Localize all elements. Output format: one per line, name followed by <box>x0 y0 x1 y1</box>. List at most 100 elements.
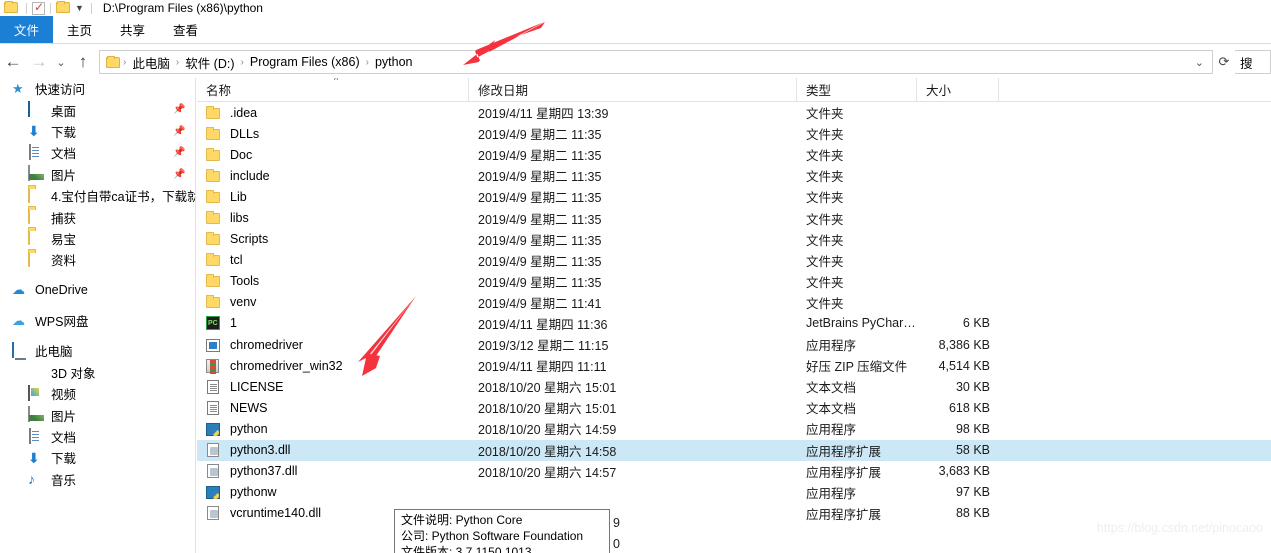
sidebar-item-videos[interactable]: 视频 <box>0 383 195 404</box>
sidebar-item-downloads[interactable]: ⬇ 下载 📌 <box>0 121 195 142</box>
chevron-down-icon[interactable]: ▼ <box>75 3 84 13</box>
file-type-cell: 文件夹 <box>806 296 844 311</box>
table-row[interactable]: chromedriver 2019/3/12 星期二 11:15 应用程序 8,386… <box>197 334 1271 355</box>
file-name-cell[interactable]: NEWS <box>197 400 469 416</box>
column-header-type[interactable]: 类型 <box>797 78 917 102</box>
pin-icon[interactable]: 📌 <box>173 126 185 137</box>
breadcrumb-item-drive-d[interactable]: 软件 (D:) <box>180 53 239 72</box>
sidebar-item-capture-folder[interactable]: 捕获 <box>0 206 195 227</box>
sidebar-item-desktop[interactable]: 桌面 📌 <box>0 99 195 120</box>
breadcrumb-item-python[interactable]: python <box>370 55 418 69</box>
file-name-cell[interactable]: Lib <box>197 189 469 205</box>
table-row[interactable]: LICENSE 2018/10/20 星期六 15:01 文本文档 30 KB <box>197 376 1271 397</box>
tab-home[interactable]: 主页 <box>53 16 106 43</box>
breadcrumb-chevron-down-icon[interactable]: ⌄ <box>1189 56 1210 69</box>
file-name-cell[interactable]: Doc <box>197 147 469 163</box>
file-name-cell[interactable]: DLLs <box>197 126 469 142</box>
column-header-row: 名称 ^ 修改日期 类型 大小 <box>197 78 1271 102</box>
folder-icon <box>206 231 223 247</box>
file-name-cell[interactable]: tcl <box>197 252 469 268</box>
search-input[interactable]: 搜 <box>1235 50 1271 74</box>
sidebar-item-wps-cloud[interactable]: ☁ WPS网盘 <box>0 310 195 331</box>
table-row[interactable]: tcl 2019/4/9 星期二 11:35 文件夹 <box>197 250 1271 271</box>
file-name-cell[interactable]: 1 <box>197 315 469 331</box>
file-type-cell: 文件夹 <box>806 149 844 164</box>
sidebar-item-ca-cert-folder[interactable]: 4.宝付自带ca证书，下载就好 <box>0 185 195 206</box>
desktop-icon <box>28 101 45 118</box>
file-name-cell[interactable]: chromedriver <box>197 337 469 353</box>
table-row[interactable]: Lib 2019/4/9 星期二 11:35 文件夹 <box>197 186 1271 207</box>
sidebar-item-yibao-folder[interactable]: 易宝 <box>0 228 195 249</box>
table-row[interactable]: DLLs 2019/4/9 星期二 11:35 文件夹 <box>197 123 1271 144</box>
sidebar-item-pictures-pc[interactable]: 图片 <box>0 404 195 425</box>
folder-icon <box>56 0 70 15</box>
table-row[interactable]: python3.dll 2018/10/20 星期六 14:58 应用程序扩展 58 … <box>197 439 1271 461</box>
table-row[interactable]: libs 2019/4/9 星期二 11:35 文件夹 <box>197 207 1271 228</box>
tooltip-line-description: 文件说明: Python Core <box>401 513 523 527</box>
sidebar-item-quick-access[interactable]: ★ 快速访问 <box>0 78 195 99</box>
breadcrumb-item-this-pc[interactable]: 此电脑 <box>127 53 175 72</box>
column-header-size[interactable]: 大小 <box>917 78 999 102</box>
tab-share[interactable]: 共享 <box>106 16 159 43</box>
column-header-name-label: 名称 <box>206 84 232 98</box>
checkbox-checked-icon[interactable] <box>32 0 45 15</box>
sidebar-item-downloads-pc[interactable]: ⬇ 下载 <box>0 447 195 468</box>
sidebar-item-materials-folder[interactable]: 资料 <box>0 249 195 270</box>
column-header-name[interactable]: 名称 ^ <box>197 78 469 102</box>
sidebar-item-label: 快速访问 <box>35 83 86 98</box>
pin-icon[interactable]: 📌 <box>173 147 185 158</box>
sidebar-item-documents[interactable]: 文档 📌 <box>0 142 195 163</box>
file-name-cell[interactable]: pythonw <box>197 484 469 500</box>
documents-icon <box>28 427 45 445</box>
sidebar-item-3d-objects[interactable]: 3D 对象 <box>0 362 195 383</box>
file-name-cell[interactable]: Tools <box>197 273 469 289</box>
sidebar-item-onedrive[interactable]: ☁ OneDrive <box>0 280 195 301</box>
table-row[interactable]: venv 2019/4/9 星期二 11:41 文件夹 <box>197 292 1271 313</box>
file-type-cell: 文件夹 <box>806 254 844 269</box>
file-name-cell[interactable]: venv <box>197 294 469 310</box>
table-row[interactable]: include 2019/4/9 星期二 11:35 文件夹 <box>197 165 1271 186</box>
back-arrow-icon[interactable]: ← <box>0 49 26 75</box>
pin-icon[interactable]: 📌 <box>173 104 185 115</box>
table-row[interactable]: NEWS 2018/10/20 星期六 15:01 文本文档 618 KB <box>197 397 1271 418</box>
column-header-date[interactable]: 修改日期 <box>469 78 797 102</box>
file-name-cell[interactable]: LICENSE <box>197 379 469 395</box>
sidebar-item-documents-pc[interactable]: 文档 <box>0 426 195 447</box>
sidebar-item-pictures[interactable]: 图片 📌 <box>0 164 195 185</box>
pycharm-icon <box>206 315 223 331</box>
table-row[interactable]: python 2018/10/20 星期六 14:59 应用程序 98 KB <box>197 418 1271 439</box>
table-row[interactable]: pythonw 应用程序 97 KB <box>197 482 1271 503</box>
file-name-cell[interactable]: .idea <box>197 105 469 121</box>
column-header-type-label: 类型 <box>806 84 832 98</box>
table-row[interactable]: Tools 2019/4/9 星期二 11:35 文件夹 <box>197 271 1271 292</box>
breadcrumb[interactable]: › 此电脑 › 软件 (D:) › Program Files (x86) › … <box>99 50 1213 74</box>
sidebar-item-this-pc[interactable]: 此电脑 <box>0 340 195 361</box>
file-name-cell[interactable]: Scripts <box>197 231 469 247</box>
tab-view[interactable]: 查看 <box>159 16 212 43</box>
file-date-cell: 2019/4/9 星期二 11:35 <box>478 128 602 143</box>
table-row[interactable]: python37.dll 2018/10/20 星期六 14:57 应用程序扩展 3,… <box>197 461 1271 482</box>
file-name-label: Lib <box>230 189 247 204</box>
forward-arrow-icon[interactable]: → <box>26 49 52 75</box>
file-name-cell[interactable]: python3.dll <box>197 442 469 458</box>
sidebar-item-music[interactable]: ♪ 音乐 <box>0 469 195 490</box>
table-row[interactable]: Doc 2019/4/9 星期二 11:35 文件夹 <box>197 144 1271 165</box>
table-row[interactable]: Scripts 2019/4/9 星期二 11:35 文件夹 <box>197 229 1271 250</box>
file-name-cell[interactable]: chromedriver_win32 <box>197 358 469 374</box>
file-name-cell[interactable]: python <box>197 421 469 437</box>
refresh-icon[interactable]: ⟳ <box>1213 49 1235 75</box>
table-row[interactable]: chromedriver_win32 2019/4/11 星期四 11:11 好压 … <box>197 355 1271 376</box>
tab-file[interactable]: 文件 <box>0 16 54 43</box>
recent-locations-chevron-down-icon[interactable]: ⌄ <box>52 49 70 75</box>
file-name-cell[interactable]: python37.dll <box>197 463 469 479</box>
sidebar-item-label: 易宝 <box>51 232 77 247</box>
pin-icon[interactable]: 📌 <box>173 169 185 180</box>
table-row[interactable]: 1 2019/4/11 星期四 11:36 JetBrains PyChar… 6 K… <box>197 313 1271 334</box>
navigation-pane: ★ 快速访问 桌面 📌 ⬇ 下载 📌 文档 📌 图片 📌 4.宝付自带ca证书，… <box>0 78 196 553</box>
file-name-label: Scripts <box>230 232 269 247</box>
file-name-cell[interactable]: include <box>197 168 469 184</box>
up-arrow-icon[interactable]: ↑ <box>70 49 96 75</box>
file-name-cell[interactable]: libs <box>197 210 469 226</box>
table-row[interactable]: .idea 2019/4/11 星期四 13:39 文件夹 <box>197 102 1271 123</box>
breadcrumb-item-program-files[interactable]: Program Files (x86) <box>245 55 365 69</box>
